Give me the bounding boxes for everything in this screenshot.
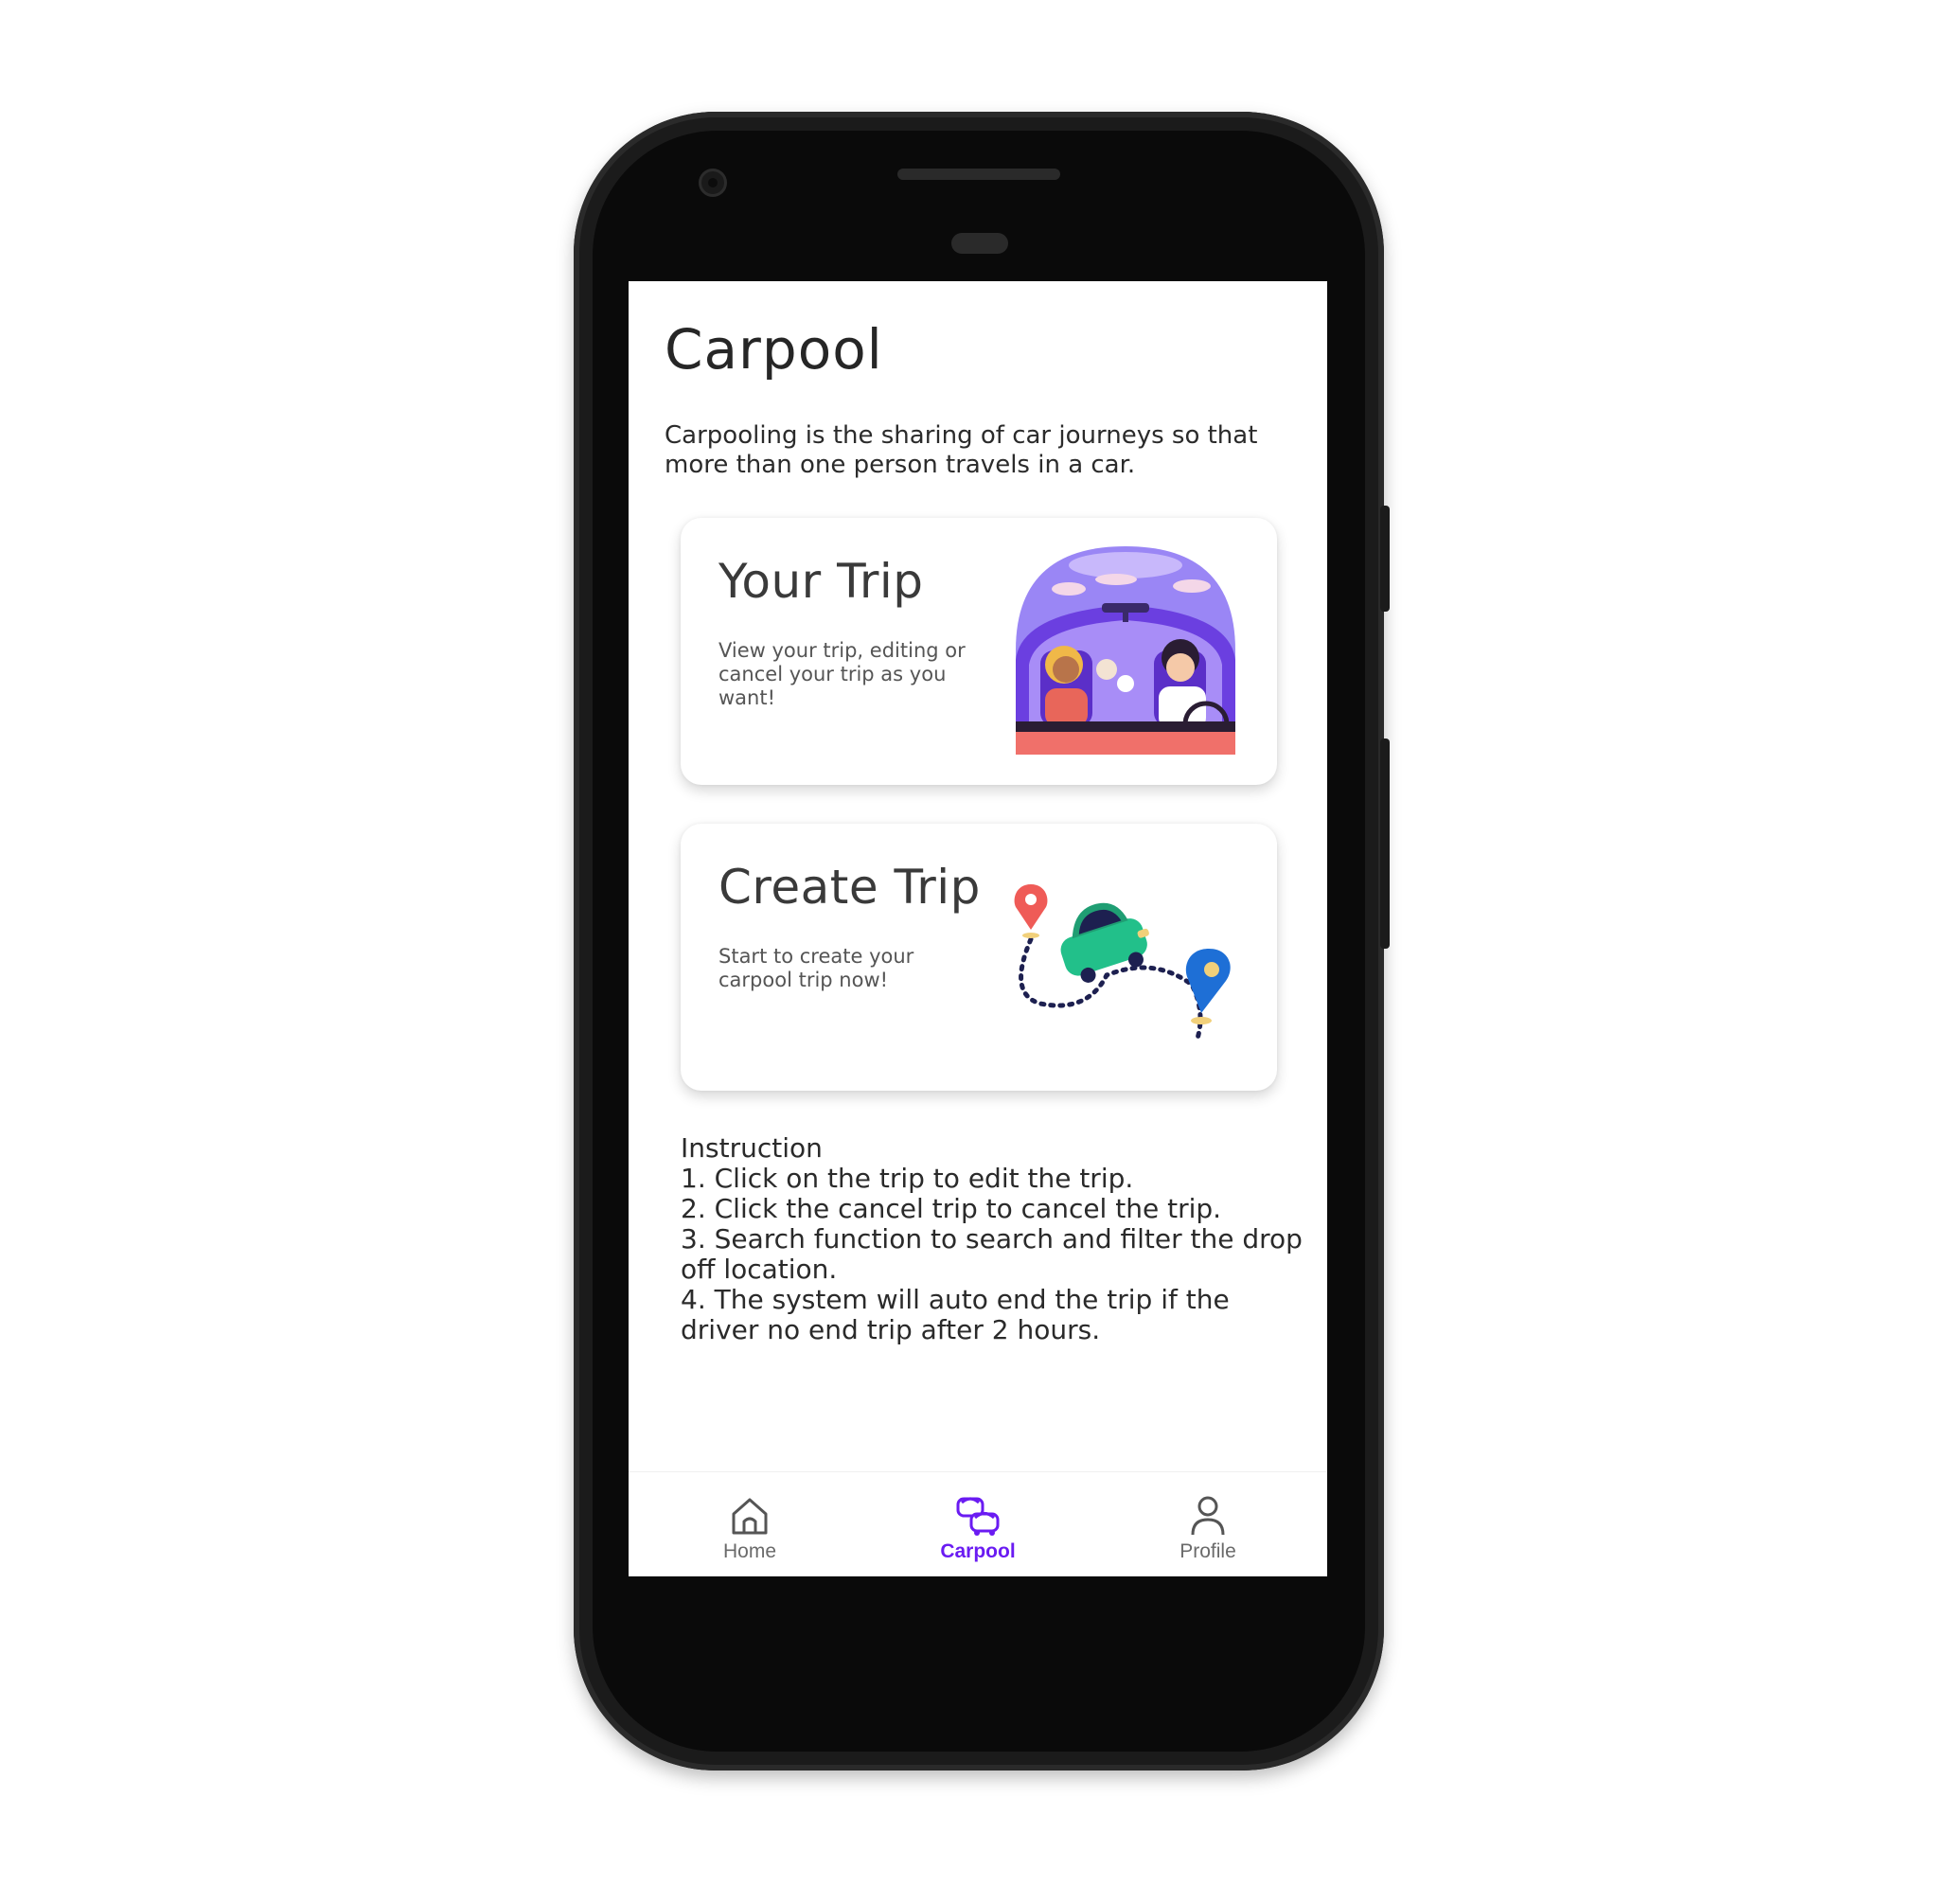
earpiece-speaker <box>897 169 1060 180</box>
your-trip-card[interactable]: Your Trip View your trip, editing or can… <box>681 518 1277 785</box>
home-icon <box>732 1498 768 1535</box>
instruction-step: 1. Click on the trip to edit the trip. <box>681 1163 1134 1194</box>
car-passengers-illustration <box>1016 546 1235 755</box>
front-camera <box>699 169 727 197</box>
carpool-icon <box>956 1497 1000 1536</box>
nav-home[interactable]: Home <box>674 1493 825 1563</box>
page-description: Carpooling is the sharing of car journey… <box>665 421 1258 479</box>
instruction-step: 4. The system will auto end the trip if … <box>681 1284 1230 1345</box>
nav-carpool-label: Carpool <box>940 1540 1016 1562</box>
your-trip-subtitle: View your trip, editing or cancel your t… <box>718 639 966 709</box>
your-trip-title: Your Trip <box>718 554 924 609</box>
power-button <box>1380 506 1390 612</box>
route-map-illustration <box>1014 884 1231 1041</box>
proximity-sensor <box>951 233 1008 254</box>
create-trip-card[interactable]: Create Trip Start to create your carpool… <box>681 824 1277 1091</box>
page-title: Carpool <box>665 317 883 382</box>
nav-profile[interactable]: Profile <box>1132 1493 1284 1563</box>
nav-carpool[interactable]: Carpool <box>902 1493 1054 1563</box>
create-trip-subtitle: Start to create your carpool trip now! <box>718 945 914 991</box>
instruction-step: 2. Click the cancel trip to cancel the t… <box>681 1193 1222 1224</box>
bottom-navigation: Home Carpool Profile <box>629 1471 1327 1576</box>
app-screen: Carpool Carpooling is the sharing of car… <box>629 281 1327 1576</box>
instructions-block: Instruction 1. Click on the trip to edit… <box>681 1133 1305 1345</box>
nav-profile-label: Profile <box>1179 1540 1236 1562</box>
instruction-step: 3. Search function to search and filter … <box>681 1223 1303 1285</box>
create-trip-title: Create Trip <box>718 860 981 915</box>
instructions-heading: Instruction <box>681 1132 823 1164</box>
volume-button <box>1380 738 1390 949</box>
nav-home-label: Home <box>722 1540 777 1562</box>
profile-icon <box>1191 1496 1225 1536</box>
